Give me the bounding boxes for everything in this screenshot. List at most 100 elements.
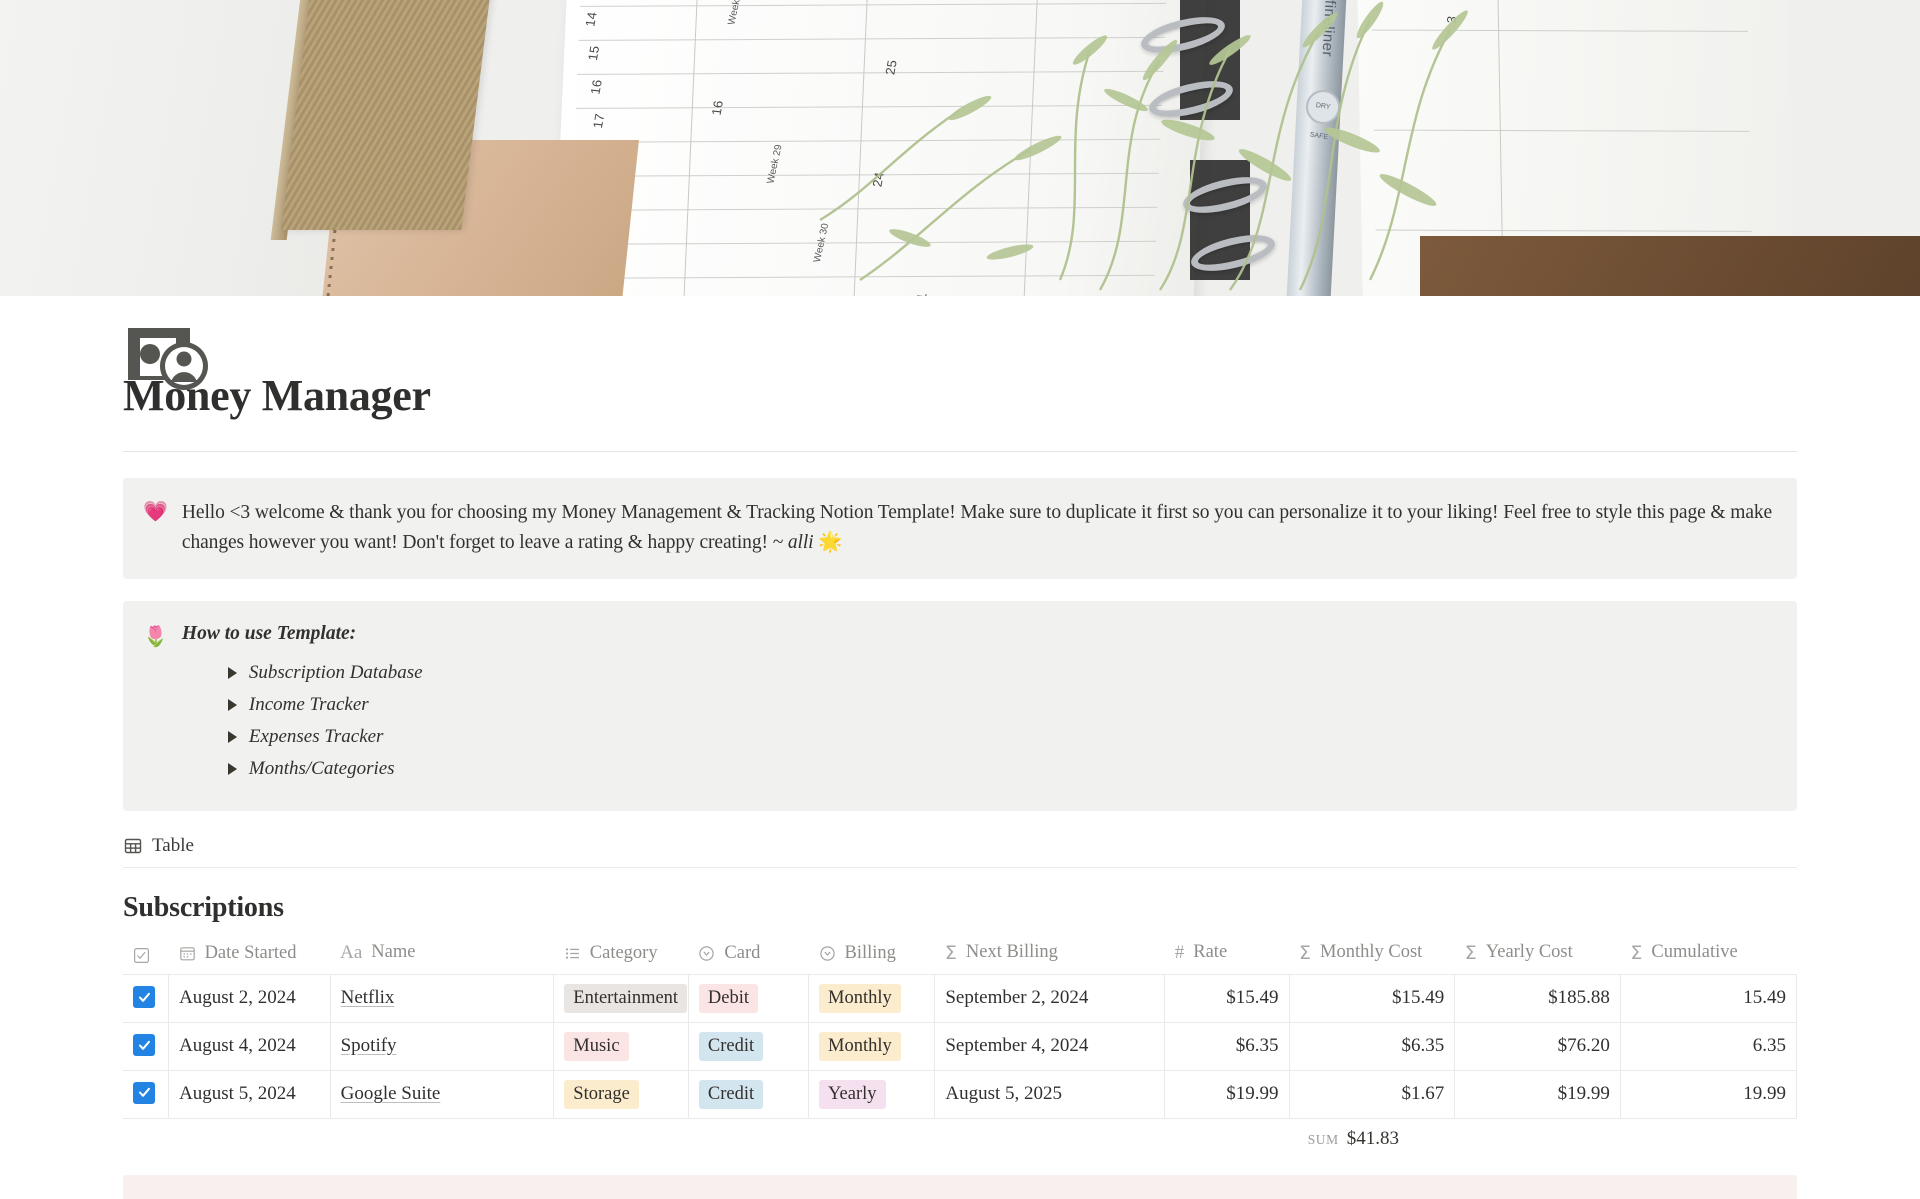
cell-cumulative[interactable]: 15.49 (1620, 973, 1798, 1023)
table-row[interactable]: August 5, 2024 Google Suite Storage Cred… (123, 1069, 1798, 1119)
how-to-use-toggle-list: Subscription Database Income Tracker Exp… (182, 657, 1777, 785)
cell-name[interactable]: Google Suite (330, 1069, 555, 1119)
tag-billing: Monthly (819, 1031, 901, 1061)
column-header-date-started[interactable]: Date Started (169, 936, 331, 975)
column-header-next-billing[interactable]: Σ Next Billing (935, 936, 1165, 975)
tag-category: Music (564, 1031, 629, 1061)
column-header-label: Card (724, 942, 761, 963)
column-header-label: Date Started (204, 942, 297, 963)
column-header-check[interactable] (123, 936, 169, 975)
table-row[interactable]: August 4, 2024 Spotify Music Credit Mont… (123, 1021, 1798, 1071)
column-header-rate[interactable]: # Rate (1165, 936, 1289, 975)
cell-next-billing[interactable]: September 2, 2024 (934, 973, 1166, 1023)
cover-greenery (819, 1, 1468, 291)
row-checkbox-cell[interactable] (123, 1069, 170, 1119)
cell-yearly-cost[interactable]: $76.20 (1454, 1021, 1621, 1071)
cell-category[interactable]: Storage (553, 1069, 689, 1119)
column-header-billing[interactable]: Billing (809, 936, 935, 975)
cover-photo: 14 15 16 17 18 19 20 21 22 16 25 24 23 3… (0, 0, 1920, 296)
tab-table-label: Table (152, 834, 194, 856)
toggle-label: Expenses Tracker (248, 725, 384, 747)
row-checkbox-cell[interactable] (123, 1021, 170, 1071)
toggle-months-categories[interactable]: Months/Categories (182, 753, 1777, 785)
chevron-right-icon[interactable] (227, 698, 237, 711)
cell-name[interactable]: Netflix (330, 973, 555, 1023)
bottom-pink-callout (123, 1174, 1797, 1199)
tulip-emoji: 🌷 (143, 625, 168, 648)
page-icon[interactable] (126, 322, 226, 394)
tab-table[interactable]: Table (123, 835, 194, 857)
row-title-link[interactable]: Netflix (341, 987, 395, 1008)
column-header-label: Monthly Cost (1320, 942, 1423, 963)
row-title-link[interactable]: Google Suite (341, 1083, 441, 1104)
cell-date-started[interactable]: August 5, 2024 (168, 1069, 331, 1119)
tag-billing: Yearly (819, 1079, 886, 1109)
formula-sigma-icon: Σ (1299, 941, 1312, 964)
tag-card: Credit (698, 1031, 764, 1061)
cell-category[interactable]: Entertainment (553, 973, 689, 1023)
subscriptions-table: Date Started Aa Name Category Card Billi… (123, 936, 1798, 1119)
cell-next-billing[interactable]: August 5, 2025 (934, 1069, 1166, 1119)
welcome-callout-body: Hello <3 welcome & thank you for choosin… (181, 502, 1773, 554)
tag-billing: Monthly (819, 983, 901, 1013)
cell-next-billing[interactable]: September 4, 2024 (934, 1021, 1166, 1071)
column-header-label: Rate (1193, 942, 1228, 963)
row-checkbox[interactable] (133, 986, 155, 1009)
formula-sigma-icon: Σ (1464, 941, 1477, 964)
cell-monthly-cost[interactable]: $1.67 (1289, 1069, 1456, 1119)
row-title-link[interactable]: Spotify (341, 1035, 397, 1056)
column-header-name[interactable]: Aa Name (330, 936, 554, 975)
column-header-category[interactable]: Category (554, 936, 689, 975)
row-checkbox-cell[interactable] (123, 973, 170, 1023)
cell-name[interactable]: Spotify (330, 1021, 555, 1071)
money-person-icon (128, 328, 208, 390)
cell-billing[interactable]: Monthly (808, 1021, 936, 1071)
chevron-right-icon[interactable] (227, 730, 237, 743)
database-title: Subscriptions (123, 891, 284, 923)
number-hash-icon: # (1174, 941, 1185, 963)
select-icon (698, 945, 715, 962)
column-header-monthly-cost[interactable]: Σ Monthly Cost (1289, 936, 1455, 975)
cell-monthly-cost[interactable]: $15.49 (1289, 973, 1456, 1023)
column-header-cumulative[interactable]: Σ Cumulative (1620, 936, 1796, 975)
title-divider (123, 451, 1797, 452)
column-header-label: Next Billing (965, 942, 1058, 963)
multi-select-icon (564, 945, 581, 962)
summary-monthly-cost[interactable]: SUM $41.83 (1249, 1119, 1409, 1159)
tag-card: Credit (698, 1079, 764, 1109)
column-header-card[interactable]: Card (688, 936, 808, 975)
cover-strap (281, 0, 491, 230)
cell-billing[interactable]: Monthly (808, 973, 936, 1023)
toggle-income-tracker[interactable]: Income Tracker (182, 689, 1777, 721)
row-checkbox[interactable] (133, 1034, 155, 1057)
toggle-expenses-tracker[interactable]: Expenses Tracker (182, 721, 1777, 753)
cell-rate[interactable]: $15.49 (1164, 973, 1290, 1023)
welcome-callout-text: Hello <3 welcome & thank you for choosin… (182, 498, 1777, 559)
cell-date-started[interactable]: August 4, 2024 (168, 1021, 331, 1071)
cell-card[interactable]: Credit (688, 1069, 810, 1119)
cell-card[interactable]: Debit (688, 973, 810, 1023)
cell-cumulative[interactable]: 6.35 (1620, 1021, 1798, 1071)
tag-category: Storage (564, 1079, 639, 1109)
table-row[interactable]: August 2, 2024 Netflix Entertainment Deb… (123, 973, 1798, 1023)
chevron-right-icon[interactable] (227, 666, 237, 679)
row-checkbox[interactable] (133, 1081, 155, 1104)
column-header-label: Name (371, 942, 416, 963)
cell-rate[interactable]: $19.99 (1164, 1069, 1290, 1119)
cell-card[interactable]: Credit (688, 1021, 810, 1071)
heart-emoji: 💗 (143, 501, 168, 523)
toggle-subscription-database[interactable]: Subscription Database (182, 657, 1777, 689)
cell-yearly-cost[interactable]: $185.88 (1454, 973, 1621, 1023)
cell-yearly-cost[interactable]: $19.99 (1454, 1069, 1621, 1119)
cell-billing[interactable]: Yearly (808, 1069, 936, 1119)
cell-date-started[interactable]: August 2, 2024 (168, 973, 331, 1023)
column-header-yearly-cost[interactable]: Σ Yearly Cost (1455, 936, 1621, 975)
cell-monthly-cost[interactable]: $6.35 (1289, 1021, 1456, 1071)
summary-label: SUM (1307, 1131, 1339, 1147)
chevron-right-icon[interactable] (227, 762, 237, 775)
cell-rate[interactable]: $6.35 (1164, 1021, 1290, 1071)
tag-category: Entertainment (564, 983, 688, 1013)
column-header-label: Yearly Cost (1485, 942, 1573, 963)
cell-category[interactable]: Music (553, 1021, 689, 1071)
cell-cumulative[interactable]: 19.99 (1620, 1069, 1798, 1119)
